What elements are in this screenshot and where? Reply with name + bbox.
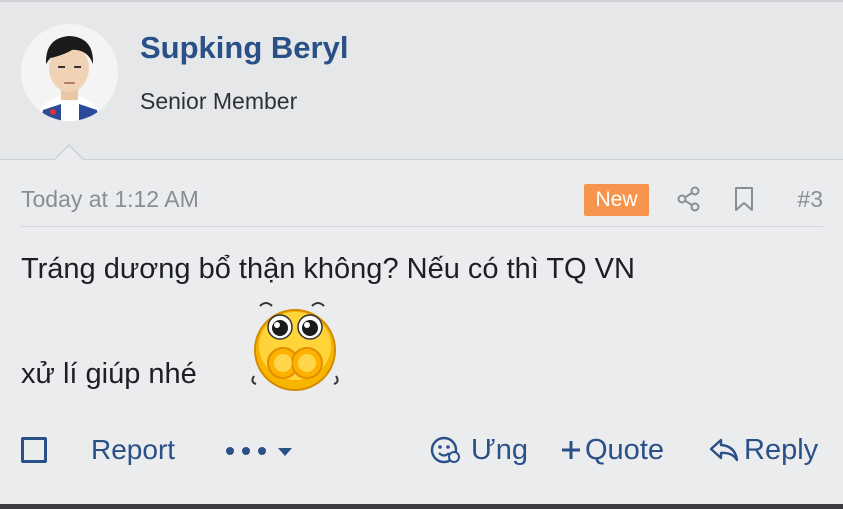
select-checkbox[interactable] <box>21 437 47 463</box>
message-line-2: xử lí giúp nhé <box>21 358 197 390</box>
react-button[interactable]: Ưng <box>429 432 528 468</box>
post-actions: Report Ưng Quote Reply <box>21 430 823 474</box>
user-avatar[interactable] <box>21 24 118 121</box>
share-icon[interactable] <box>675 185 703 213</box>
quote-button[interactable]: Quote <box>560 432 664 468</box>
post-number[interactable]: #3 <box>797 186 823 213</box>
bookmark-icon[interactable] <box>730 185 758 213</box>
message-line-1: Tráng dương bổ thận không? Nếu có thì TQ… <box>21 253 635 285</box>
reply-arrow-icon <box>709 438 739 462</box>
reply-label: Reply <box>744 433 819 466</box>
more-options-icon[interactable] <box>224 442 294 460</box>
blushing-emoji <box>251 302 339 391</box>
post-meta-bar: Today at 1:12 AM New #3 <box>21 172 823 227</box>
user-header: Supking Beryl Senior Member <box>0 2 843 160</box>
report-link[interactable]: Report <box>91 434 175 466</box>
quote-label: Quote <box>585 433 664 466</box>
new-badge: New <box>584 184 649 216</box>
reply-button[interactable]: Reply <box>708 432 818 468</box>
post-timestamp[interactable]: Today at 1:12 AM <box>21 186 199 213</box>
smiley-react-icon <box>430 436 460 464</box>
user-title: Senior Member <box>140 88 298 114</box>
plus-icon <box>562 441 580 459</box>
react-label: Ưng <box>471 433 529 466</box>
username-link[interactable]: Supking Beryl <box>140 30 348 66</box>
post-container: Supking Beryl Senior Member Today at 1:1… <box>0 0 843 509</box>
avatar-image <box>21 24 118 121</box>
